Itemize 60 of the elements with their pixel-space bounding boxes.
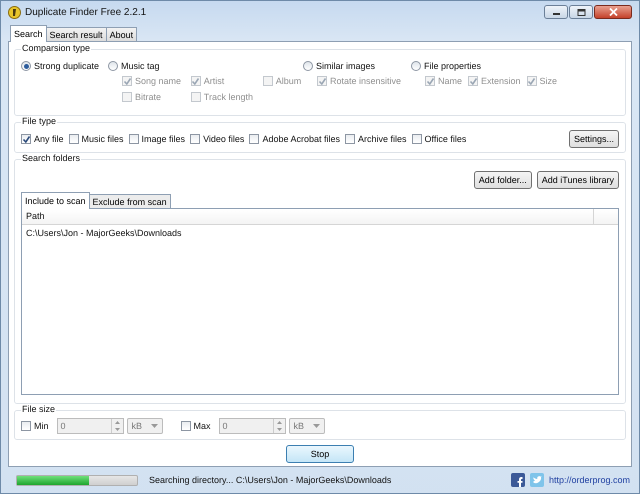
checkbox-label: Size — [540, 76, 558, 86]
checkbox-label: Artist — [204, 76, 224, 86]
checkbox-label: Music files — [82, 134, 124, 144]
checkbox-label: Video files — [203, 134, 244, 144]
checkbox-label: Album — [276, 76, 302, 86]
checkbox-label: Song name — [135, 76, 182, 86]
stop-button[interactable]: Stop — [286, 445, 354, 463]
checkbox[interactable] — [190, 134, 200, 144]
radio-label: File properties — [424, 61, 482, 71]
button[interactable]: Add iTunes library — [536, 171, 619, 189]
checkbox-label: Rotate insensitive — [330, 76, 402, 86]
caret-icon — [150, 424, 158, 428]
button[interactable]: Add folder... — [474, 171, 532, 189]
close-button[interactable] — [594, 5, 632, 19]
group-title: Search folders — [21, 153, 82, 163]
checkbox-label: Any file — [34, 134, 64, 144]
checkbox[interactable] — [68, 134, 79, 144]
checkbox-label: Extension — [481, 76, 521, 86]
social-icon[interactable] — [510, 473, 525, 487]
minimize-button[interactable] — [544, 5, 568, 19]
checkbox[interactable] — [345, 134, 355, 144]
maximize-icon — [576, 8, 586, 16]
checkbox[interactable] — [249, 134, 260, 144]
radio-label: Similar images — [316, 61, 376, 71]
checkbox-label: Track length — [204, 92, 253, 102]
checkbox-label: Adobe Acrobat files — [262, 134, 340, 144]
website-link[interactable]: http://orderprog.com — [548, 475, 630, 485]
radio-button[interactable] — [108, 61, 118, 71]
radio-label: Music tag — [121, 61, 160, 71]
tab[interactable]: Include to scan — [21, 192, 90, 209]
close-icon — [608, 8, 618, 16]
group-title: File type — [21, 116, 58, 126]
radio-button[interactable] — [21, 61, 31, 71]
checkbox[interactable] — [128, 134, 139, 144]
checkbox-label: Max — [194, 421, 211, 431]
bird-icon[interactable] — [530, 473, 544, 487]
tab[interactable]: Exclude from scan — [88, 194, 171, 208]
status-message: Searching directory... C:\Users\Jon - MajorGeeks\Downloads — [149, 475, 392, 485]
checkbox-label: Archive files — [358, 134, 407, 144]
radio-label: Strong duplicate — [34, 61, 100, 71]
checkbox[interactable] — [21, 134, 31, 144]
list-row[interactable]: C:\Users\Jon - MajorGeeks\Downloads — [22, 225, 618, 241]
radio-button[interactable] — [303, 61, 313, 71]
settings-button[interactable]: Settings... — [568, 130, 619, 148]
tab[interactable]: About — [106, 27, 138, 41]
tab[interactable]: Search result — [46, 27, 107, 41]
maximize-button[interactable] — [569, 5, 593, 19]
checkbox-label: Office files — [424, 134, 466, 144]
radio-button[interactable] — [411, 61, 421, 71]
tab[interactable]: Search — [10, 25, 47, 42]
checkbox[interactable] — [412, 134, 422, 144]
app-icon — [8, 6, 21, 18]
caret-icon — [312, 424, 320, 428]
window-title: Duplicate Finder Free 2.2.1 — [25, 6, 146, 18]
checkbox-label: Image files — [142, 134, 186, 144]
group-title: File size — [21, 404, 56, 414]
group-title: Comparsion type — [21, 43, 92, 53]
checkbox-label: Name — [438, 76, 462, 86]
checkbox-label: Min — [34, 421, 49, 431]
checkbox-label: Bitrate — [135, 92, 162, 102]
